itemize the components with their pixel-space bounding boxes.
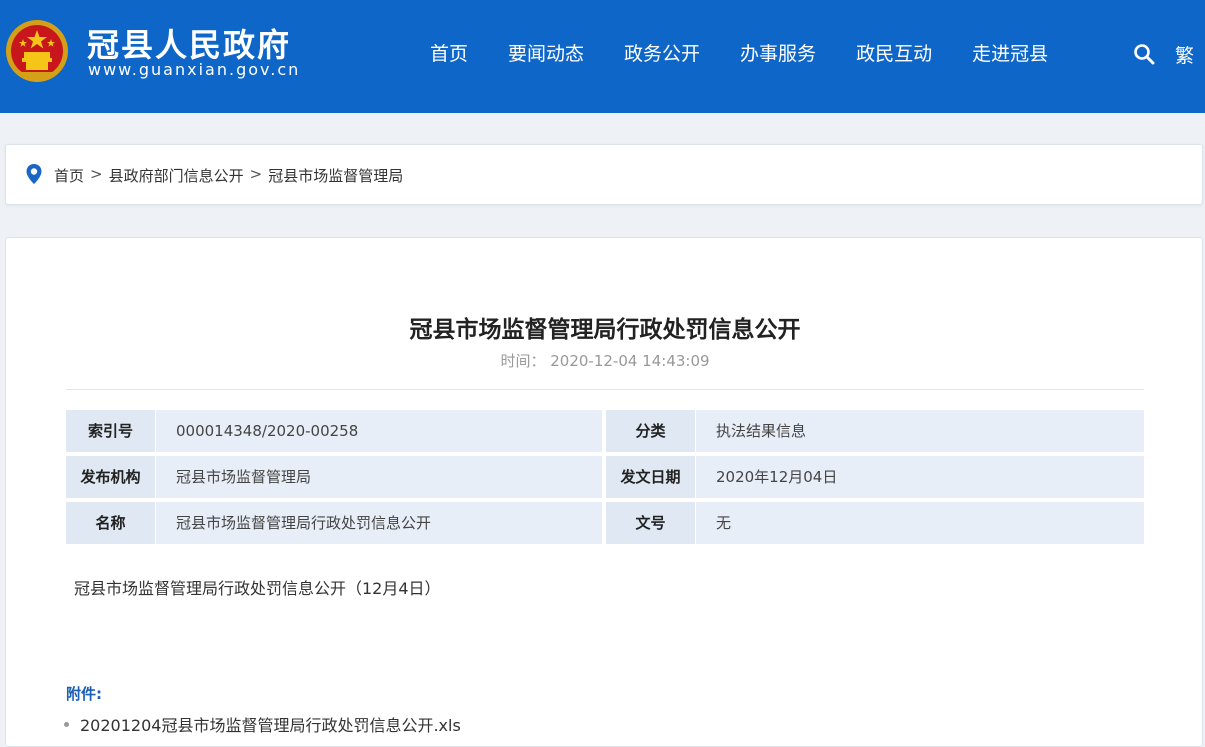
breadcrumb-dept-info[interactable]: 县政府部门信息公开 (109, 165, 244, 186)
site-domain: www.guanxian.gov.cn (88, 60, 301, 79)
search-icon[interactable] (1133, 43, 1155, 65)
meta-category-value: 执法结果信息 (696, 410, 1144, 452)
nav-interaction[interactable]: 政民互动 (856, 39, 932, 66)
divider (66, 389, 1144, 390)
meta-index-value: 000014348/2020-00258 (156, 410, 602, 452)
attachments-list: 20201204冠县市场监督管理局行政处罚信息公开.xls (64, 712, 461, 736)
breadcrumb-separator: > (249, 165, 263, 183)
meta-date-label: 发文日期 (606, 456, 695, 498)
location-pin-icon (26, 164, 42, 184)
meta-name-value: 冠县市场监督管理局行政处罚信息公开 (156, 502, 602, 544)
breadcrumb-current[interactable]: 冠县市场监督管理局 (268, 165, 403, 186)
attachment-filename[interactable]: 20201204冠县市场监督管理局行政处罚信息公开.xls (80, 712, 461, 736)
nav-about[interactable]: 走进冠县 (972, 39, 1048, 66)
publish-time-label: 时间： (500, 352, 546, 370)
publish-time: 时间： 2020-12-04 14:43:09 (6, 350, 1204, 371)
meta-category-label: 分类 (606, 410, 695, 452)
nav-gov-open[interactable]: 政务公开 (624, 39, 700, 66)
national-emblem-icon (6, 20, 68, 82)
breadcrumb-home[interactable]: 首页 (54, 165, 84, 186)
nav-news[interactable]: 要闻动态 (508, 39, 584, 66)
main-nav: 首页 要闻动态 政务公开 办事服务 政民互动 走进冠县 (430, 39, 1088, 66)
attachment-link[interactable]: 20201204冠县市场监督管理局行政处罚信息公开.xls (64, 712, 461, 736)
article-summary: 冠县市场监督管理局行政处罚信息公开（12月4日） (74, 579, 441, 598)
attachments-label: 附件: (66, 685, 102, 703)
nav-home[interactable]: 首页 (430, 39, 468, 66)
traditional-chinese-toggle[interactable]: 繁 (1175, 41, 1194, 68)
meta-docno-value: 无 (696, 502, 1144, 544)
meta-name-label: 名称 (66, 502, 155, 544)
meta-date-value: 2020年12月04日 (696, 456, 1144, 498)
publish-time-value: 2020-12-04 14:43:09 (550, 352, 710, 370)
breadcrumb: 首页 > 县政府部门信息公开 > 冠县市场监督管理局 (5, 144, 1203, 205)
article-title: 冠县市场监督管理局行政处罚信息公开 (409, 317, 801, 343)
meta-index-label: 索引号 (66, 410, 155, 452)
meta-docno-label: 文号 (606, 502, 695, 544)
nav-services[interactable]: 办事服务 (740, 39, 816, 66)
meta-publisher-value: 冠县市场监督管理局 (156, 456, 602, 498)
bullet-icon (64, 721, 69, 727)
site-header: 冠县人民政府 www.guanxian.gov.cn 首页 要闻动态 政务公开 … (0, 0, 1205, 113)
meta-publisher-label: 发布机构 (66, 456, 155, 498)
breadcrumb-separator: > (90, 165, 103, 183)
article-panel: 冠县市场监督管理局行政处罚信息公开 时间： 2020-12-04 14:43:0… (5, 237, 1203, 747)
